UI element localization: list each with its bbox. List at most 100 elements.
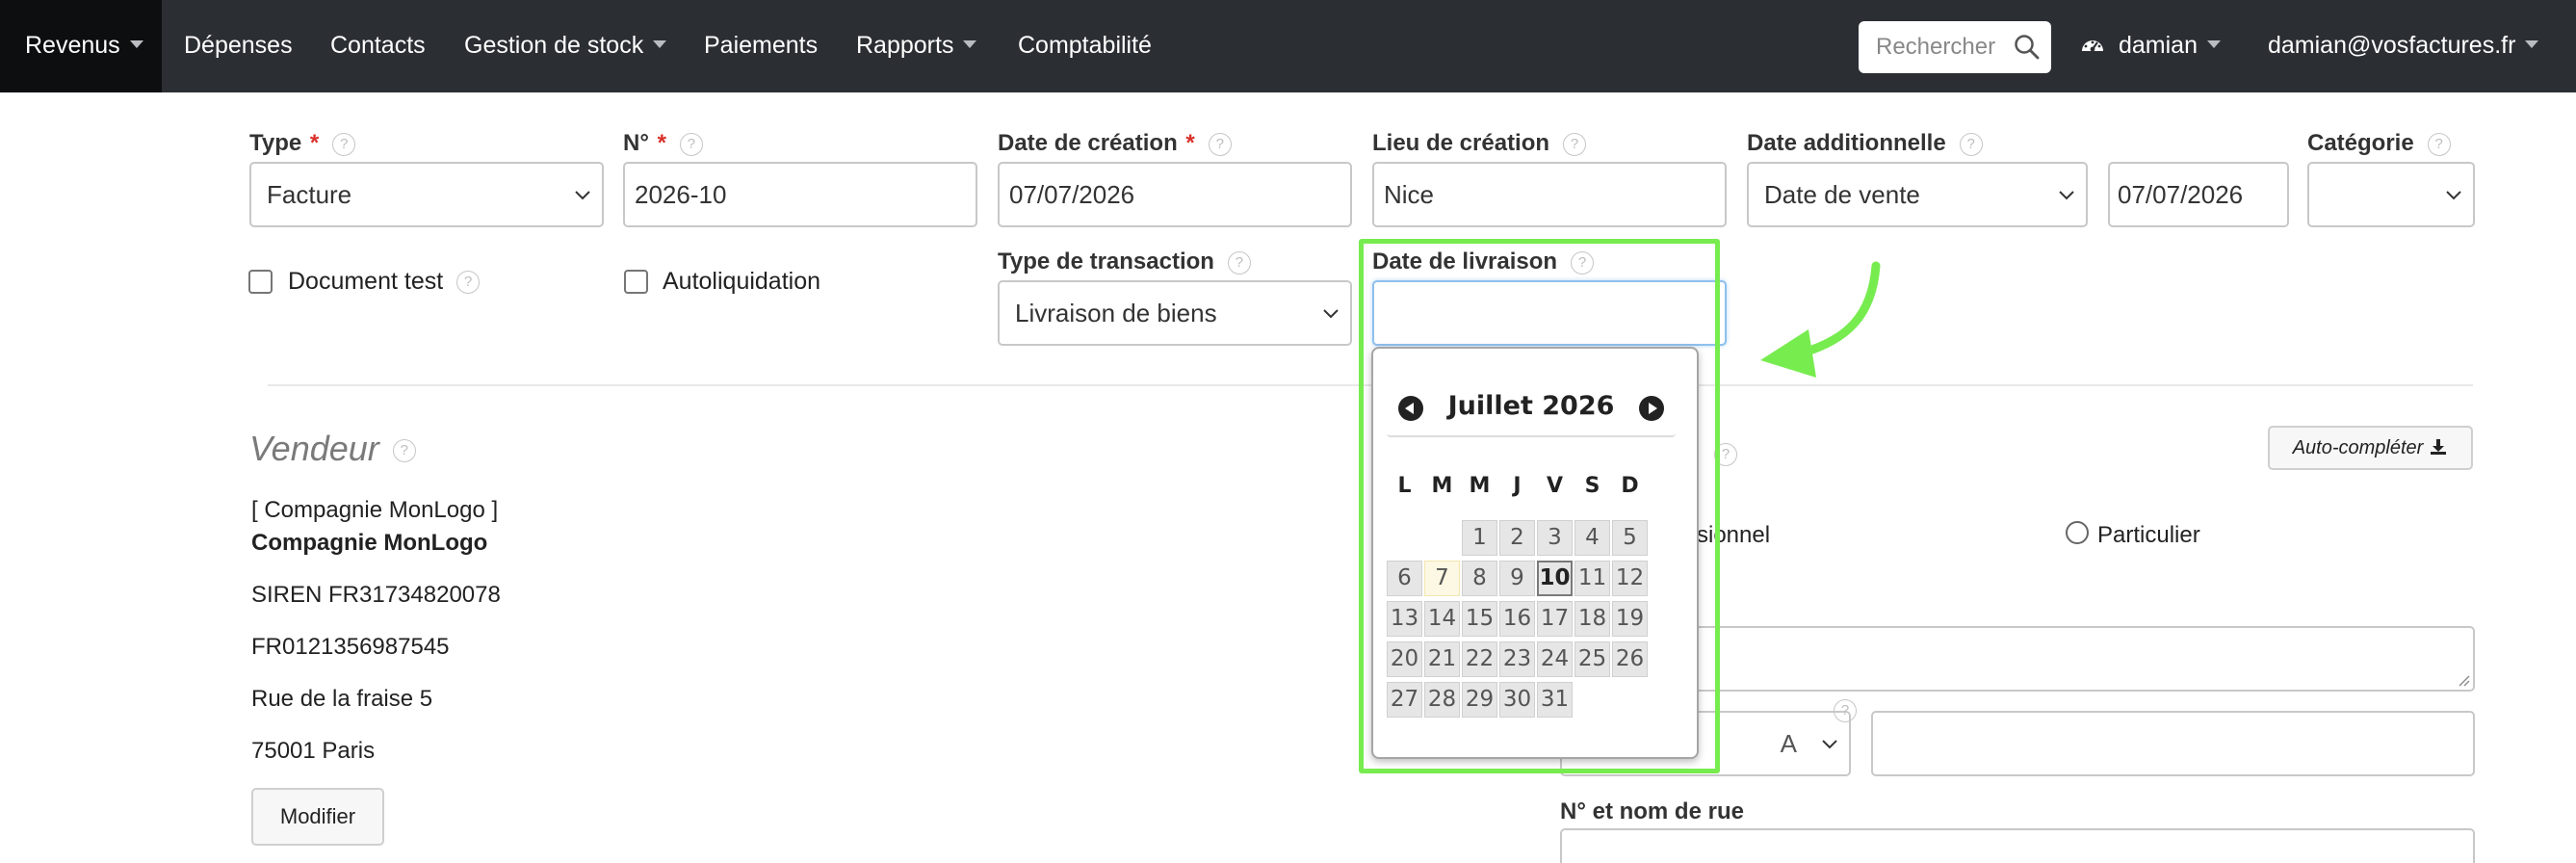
weekday-header: D [1621, 474, 1639, 498]
calendar-day[interactable]: 27 [1387, 682, 1422, 718]
calendar-day[interactable]: 5 [1612, 520, 1648, 556]
calendar-day[interactable]: 8 [1462, 561, 1497, 596]
calendar-day[interactable]: 23 [1499, 641, 1535, 677]
country-select-value: A [1780, 729, 1797, 758]
nav-paiements[interactable]: Paiements [704, 0, 818, 92]
calendar-day[interactable]: 12 [1612, 561, 1648, 596]
nav-user-menu[interactable]: damian [2080, 0, 2221, 92]
help-icon[interactable]: ? [679, 132, 703, 156]
chevron-down-icon [1323, 309, 1339, 319]
calendar-day[interactable]: 29 [1462, 682, 1497, 718]
calendar-day[interactable]: 22 [1462, 641, 1497, 677]
calendar-day[interactable]: 19 [1612, 601, 1648, 637]
street-input[interactable] [1560, 828, 2475, 863]
auto-complete-button[interactable]: Auto-compléter [2268, 426, 2473, 470]
search-icon[interactable] [2013, 33, 2042, 62]
help-icon[interactable]: ? [2427, 132, 2451, 156]
help-icon[interactable]: ? [1227, 250, 1251, 275]
calendar-day[interactable]: 11 [1574, 561, 1610, 596]
nav-contacts[interactable]: Contacts [330, 0, 426, 92]
type-label-text: Type [249, 130, 302, 156]
buyer-tax-id-input[interactable] [1871, 711, 2475, 776]
calendar-day[interactable]: 9 [1499, 561, 1535, 596]
nav-revenus[interactable]: Revenus [0, 0, 162, 92]
prev-month-icon[interactable] [1398, 396, 1423, 421]
calendar-day[interactable]: 10 [1537, 561, 1573, 596]
seller-vat: FR0121356987545 [251, 634, 450, 660]
nav-depenses[interactable]: Dépenses [184, 0, 293, 92]
required-mark: * [309, 130, 320, 156]
search-input[interactable] [1859, 21, 2003, 73]
calendar-day[interactable]: 24 [1537, 641, 1573, 677]
calendar-day[interactable]: 16 [1499, 601, 1535, 637]
nav-gestion-de-stock[interactable]: Gestion de stock [464, 0, 667, 92]
calendar-day[interactable]: 30 [1499, 682, 1535, 718]
help-icon[interactable]: ? [456, 271, 481, 295]
individual-radio[interactable] [2066, 521, 2089, 544]
chevron-down-icon [575, 191, 590, 200]
calendar-day[interactable]: 28 [1424, 682, 1460, 718]
help-icon[interactable]: ? [1571, 250, 1595, 275]
transaction-type-select[interactable]: Livraison de biens [998, 280, 1352, 346]
calendar-day[interactable]: 4 [1574, 520, 1610, 556]
category-label-text: Catégorie [2307, 130, 2414, 156]
street-label: N° et nom de rue [1560, 798, 1744, 824]
next-month-icon[interactable] [1639, 396, 1664, 421]
place-input[interactable]: Nice [1372, 162, 1727, 227]
nav-account-menu[interactable]: damian@vosfactures.fr [2268, 0, 2539, 92]
auto-complete-label: Auto-compléter [2292, 437, 2424, 458]
calendar-day[interactable]: 7 [1424, 561, 1460, 596]
calendar-day[interactable]: 31 [1537, 682, 1573, 718]
datepicker-month-title: Juillet 2026 [1447, 391, 1615, 421]
delivery-date-label-text: Date de livraison [1372, 248, 1558, 275]
type-select[interactable]: Facture [249, 162, 604, 227]
seller-company-name: Compagnie MonLogo [251, 530, 488, 556]
calendar-day[interactable]: 26 [1612, 641, 1648, 677]
help-icon[interactable]: ? [1959, 132, 1983, 156]
calendar-day[interactable]: 13 [1387, 601, 1422, 637]
datepicker-header: Juillet 2026 [1387, 381, 1676, 437]
calendar-day[interactable]: 1 [1462, 520, 1497, 556]
calendar-day[interactable]: 20 [1387, 641, 1422, 677]
help-icon[interactable]: ? [1208, 132, 1232, 156]
seller-company-bracket: [ Compagnie MonLogo ] [251, 497, 499, 523]
help-icon[interactable]: ? [1714, 443, 1737, 466]
calendar-day[interactable]: 14 [1424, 601, 1460, 637]
category-select[interactable] [2307, 162, 2475, 227]
calendar-day[interactable]: 3 [1537, 520, 1573, 556]
calendar-day[interactable]: 15 [1462, 601, 1497, 637]
help-icon[interactable]: ? [392, 439, 416, 463]
test-document-checkbox[interactable] [248, 270, 273, 294]
chevron-down-icon [1822, 740, 1837, 749]
modifier-button[interactable]: Modifier [251, 788, 384, 846]
nav-comptabilite[interactable]: Comptabilité [1018, 0, 1152, 92]
reverse-charge-checkbox[interactable] [624, 270, 648, 294]
calendar-day[interactable]: 18 [1574, 601, 1610, 637]
help-icon[interactable]: ? [1563, 132, 1587, 156]
type-label: Type *? [249, 130, 356, 157]
weekday-header: L [1397, 474, 1412, 498]
calendar-day[interactable]: 25 [1574, 641, 1610, 677]
additional-date-type-select[interactable]: Date de vente [1747, 162, 2088, 227]
nav-rapports[interactable]: Rapports [856, 0, 977, 92]
account-email: damian@vosfactures.fr [2268, 32, 2516, 59]
number-input[interactable]: 2026-10 [623, 162, 977, 227]
creation-date-input[interactable]: 07/07/2026 [998, 162, 1352, 227]
help-icon[interactable]: ? [332, 132, 356, 156]
datepicker: Juillet 2026 L M M J V S D 1 2 3 4 5 6 7 8 9 10 11 12 13 14 1… [1371, 347, 1699, 759]
resize-handle-icon[interactable] [2457, 673, 2470, 687]
chevron-down-icon [129, 40, 143, 49]
calendar-day[interactable]: 6 [1387, 561, 1422, 596]
delivery-date-input[interactable] [1372, 280, 1727, 346]
transaction-type-value: Livraison de biens [1015, 299, 1217, 327]
chevron-down-icon [2059, 191, 2074, 200]
calendar-day[interactable]: 17 [1537, 601, 1573, 637]
help-icon[interactable]: ? [1834, 699, 1857, 722]
additional-date-input[interactable]: 07/07/2026 [2108, 162, 2289, 227]
weekday-header: S [1584, 474, 1600, 498]
calendar-day[interactable]: 21 [1424, 641, 1460, 677]
test-document-label: Document test? [288, 268, 481, 296]
required-mark: * [657, 130, 666, 156]
nav-gestion-label: Gestion de stock [464, 32, 644, 59]
calendar-day[interactable]: 2 [1499, 520, 1535, 556]
